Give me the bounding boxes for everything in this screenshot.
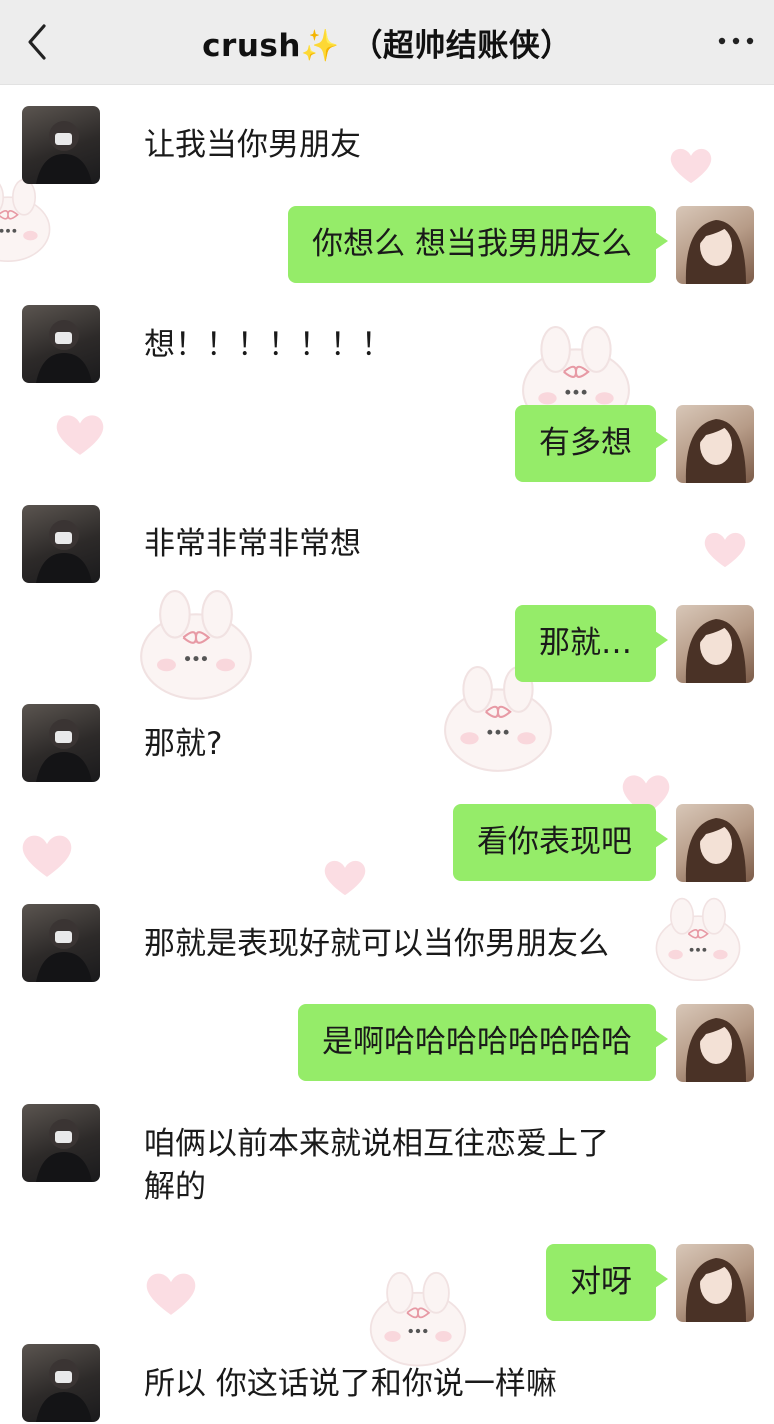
- message-text[interactable]: 非常非常非常想: [144, 522, 361, 566]
- contact-avatar[interactable]: [22, 305, 100, 383]
- message-bubble[interactable]: 有多想: [515, 405, 668, 482]
- contact-avatar[interactable]: [22, 1104, 100, 1182]
- message-bubble[interactable]: 看你表现吧: [453, 804, 668, 881]
- contact-avatar[interactable]: [22, 505, 100, 583]
- my-avatar[interactable]: [676, 804, 754, 882]
- bunny-sticker-icon: [369, 1271, 467, 1367]
- more-options-icon[interactable]: [716, 26, 756, 56]
- heart-sticker-icon: [670, 148, 712, 184]
- message-bubble[interactable]: 是啊哈哈哈哈哈哈哈哈: [298, 1004, 668, 1081]
- contact-remark: （超帅结账侠）: [351, 28, 572, 64]
- chat-area[interactable]: 让我当你男朋友 你想么 想当我男朋友么 想！！！！！！！ 有多想 非常非常非常想…: [0, 85, 774, 1424]
- my-avatar[interactable]: [676, 405, 754, 483]
- bunny-sticker-icon: [0, 178, 51, 262]
- message-text[interactable]: 那就是表现好就可以当你男朋友么: [144, 922, 609, 966]
- my-avatar[interactable]: [676, 605, 754, 683]
- chat-title: crush✨ （超帅结账侠）: [0, 20, 774, 65]
- bunny-sticker-icon: [140, 590, 252, 700]
- message-bubble[interactable]: 那就…: [515, 605, 668, 682]
- message-bubble[interactable]: 对呀: [546, 1244, 668, 1321]
- contact-avatar[interactable]: [22, 704, 100, 782]
- my-avatar[interactable]: [676, 1244, 754, 1322]
- message-text[interactable]: 所以 你这话说了和你说一样嘛: [144, 1362, 557, 1406]
- my-avatar[interactable]: [676, 1004, 754, 1082]
- bunny-sticker-icon: [655, 897, 741, 981]
- message-text-line-2[interactable]: 解的: [144, 1165, 206, 1209]
- my-avatar[interactable]: [676, 206, 754, 284]
- sparkle-icon: ✨: [300, 28, 341, 64]
- heart-sticker-icon: [704, 532, 746, 568]
- contact-avatar[interactable]: [22, 904, 100, 982]
- contact-avatar[interactable]: [22, 1344, 100, 1422]
- message-text-line-1[interactable]: 咱俩以前本来就说相互往恋爱上了: [144, 1122, 609, 1166]
- contact-avatar[interactable]: [22, 106, 100, 184]
- message-text[interactable]: 想！！！！！！！: [144, 323, 392, 367]
- message-text[interactable]: 让我当你男朋友: [144, 123, 361, 167]
- heart-sticker-icon: [146, 1273, 196, 1315]
- message-bubble[interactable]: 你想么 想当我男朋友么: [288, 206, 668, 283]
- heart-sticker-icon: [324, 860, 366, 896]
- message-text[interactable]: 那就?: [144, 722, 222, 766]
- heart-sticker-icon: [56, 415, 104, 455]
- contact-name: crush: [202, 28, 301, 64]
- heart-sticker-icon: [22, 835, 72, 877]
- chat-header: crush✨ （超帅结账侠）: [0, 0, 774, 85]
